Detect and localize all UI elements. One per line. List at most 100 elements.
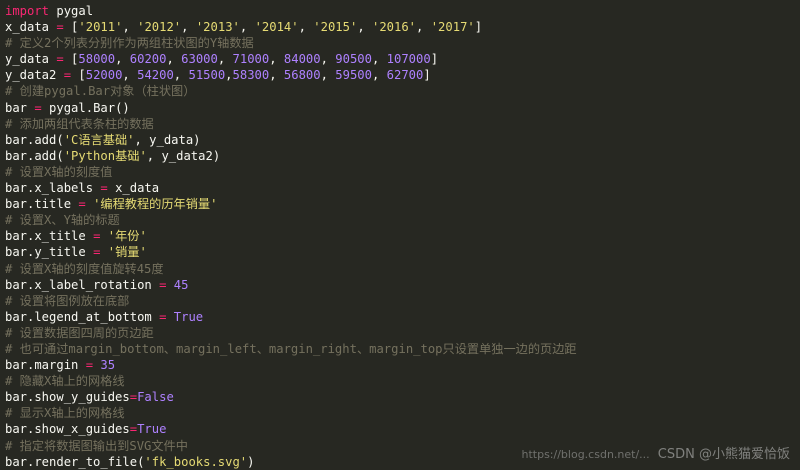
code-token: 71000 <box>232 52 270 67</box>
code-token: 90500 <box>335 52 372 67</box>
code-token: 59500 <box>335 68 372 83</box>
code-token: '2016' <box>372 20 417 35</box>
code-token: bar.legend_at_bottom <box>5 309 160 324</box>
code-token: ] <box>423 68 431 83</box>
code-token: 58000 <box>78 52 116 67</box>
code-line: # 显示X轴上的网格线 <box>5 405 800 421</box>
code-token: = <box>85 358 94 373</box>
code-token: # 指定将数据图输出到SVG文件中 <box>5 438 188 453</box>
code-token: y_data2 <box>5 68 64 83</box>
code-token: bar.add( <box>5 132 64 147</box>
code-token: # 设置X轴的刻度值旋转45度 <box>5 261 164 276</box>
code-token: False <box>137 390 174 405</box>
code-token: pygal <box>49 4 94 18</box>
code-token: x_data <box>5 20 57 35</box>
code-token: 84000 <box>283 52 321 67</box>
code-token: 'Python基础' <box>63 148 147 163</box>
code-editor[interactable]: import pygal x_data = ['2011', '2012', '2… <box>0 0 800 470</box>
code-line: # 设置将图例放在底部 <box>5 293 800 309</box>
code-token: , <box>239 20 255 35</box>
code-token: [ <box>71 68 86 83</box>
code-token: bar.x_labels <box>5 181 101 196</box>
code-token: bar.x_label_rotation <box>5 277 160 292</box>
code-line: bar.x_label_rotation = 45 <box>5 277 800 293</box>
code-line: bar.show_x_guides=True <box>5 421 800 437</box>
code-token: # 也可通过margin_bottom、margin_left、margin_r… <box>5 341 577 356</box>
code-token: , y_data) <box>134 132 201 147</box>
code-token: # 定义2个列表分别作为两组柱状图的Y轴数据 <box>5 36 254 51</box>
code-token: 'C语言基础' <box>63 132 135 147</box>
code-token: , <box>225 68 233 83</box>
code-token: # 添加两组代表条柱的数据 <box>5 116 154 131</box>
code-token: = <box>78 197 86 212</box>
code-line: bar.y_title = '销量' <box>5 244 800 260</box>
code-token: import <box>5 4 50 18</box>
code-token: 56800 <box>283 68 321 83</box>
code-token: '2011' <box>78 20 123 35</box>
code-line: y_data = [58000, 60200, 63000, 71000, 84… <box>5 51 800 67</box>
code-line: # 隐藏X轴上的网格线 <box>5 373 800 389</box>
code-token: 51500 <box>188 68 226 83</box>
code-token: '年份' <box>107 229 147 244</box>
code-token: 54200 <box>137 68 174 83</box>
code-token: True <box>173 309 204 324</box>
code-token: = <box>129 422 138 437</box>
code-token: 45 <box>173 277 189 292</box>
code-token: '2015' <box>313 20 358 35</box>
code-token: y_data <box>5 52 57 67</box>
watermark-text: CSDN @小熊猫爱恰饭 <box>657 447 790 462</box>
code-token: , y_data2) <box>146 148 221 163</box>
code-token: bar.title <box>5 197 79 212</box>
code-token: bar.show_x_guides <box>5 422 130 437</box>
code-token: bar.render_to_file( <box>5 454 145 469</box>
code-token: 58300 <box>232 68 270 83</box>
code-token: [ <box>63 52 79 67</box>
code-line: bar.x_title = '年份' <box>5 228 800 244</box>
code-token: 62700 <box>386 68 424 83</box>
code-token: = <box>56 52 64 67</box>
code-token: = <box>56 20 64 35</box>
code-line: y_data2 = [52000, 54200, 51500,58300, 56… <box>5 67 800 83</box>
code-line: bar.x_labels = x_data <box>5 180 800 196</box>
code-token: = <box>63 68 72 83</box>
code-token: ] <box>474 20 483 35</box>
code-line: # 创建pygal.Bar对象（柱状图） <box>5 83 800 99</box>
code-line: bar.add('C语言基础', y_data) <box>5 132 800 148</box>
code-token: # 显示X轴上的网格线 <box>5 406 125 421</box>
code-token: '2014' <box>254 20 299 35</box>
code-line: # 设置X轴的刻度值 <box>5 164 800 180</box>
code-line: # 添加两组代表条柱的数据 <box>5 116 800 132</box>
code-token: x_data <box>107 181 160 196</box>
code-line: bar.title = '编程教程的历年销量' <box>5 196 800 212</box>
code-token: bar <box>5 100 35 115</box>
code-token: , <box>173 68 189 83</box>
code-line: bar.show_y_guides=False <box>5 389 800 405</box>
code-token: , <box>371 68 387 83</box>
code-token: 60200 <box>129 52 167 67</box>
code-token: = <box>100 181 108 196</box>
code-token: bar.margin <box>5 358 86 373</box>
code-token: , <box>181 20 196 35</box>
code-token: bar.show_y_guides <box>5 390 130 405</box>
code-token: '编程教程的历年销量' <box>93 197 218 212</box>
code-token: , <box>416 20 431 35</box>
code-token: , <box>122 68 138 83</box>
code-line: # 也可通过margin_bottom、margin_left、margin_r… <box>5 341 800 357</box>
code-token: 35 <box>100 358 116 373</box>
code-line: # 设置X轴的刻度值旋转45度 <box>5 261 800 277</box>
code-line: # 设置数据图四周的页边距 <box>5 325 800 341</box>
watermark: https://blog.csdn.net/... CSDN @小熊猫爱恰饭 <box>522 443 791 462</box>
code-line: bar.margin = 35 <box>5 357 800 373</box>
code-token: pygal.Bar() <box>41 100 130 115</box>
code-token: ] <box>430 52 439 67</box>
code-line: bar.add('Python基础', y_data2) <box>5 148 800 164</box>
code-token: 107000 <box>386 52 431 67</box>
code-token: True <box>137 422 167 437</box>
code-token: '2012' <box>137 20 182 35</box>
code-token: '2013' <box>195 20 240 35</box>
code-line: import pygal <box>5 3 800 19</box>
